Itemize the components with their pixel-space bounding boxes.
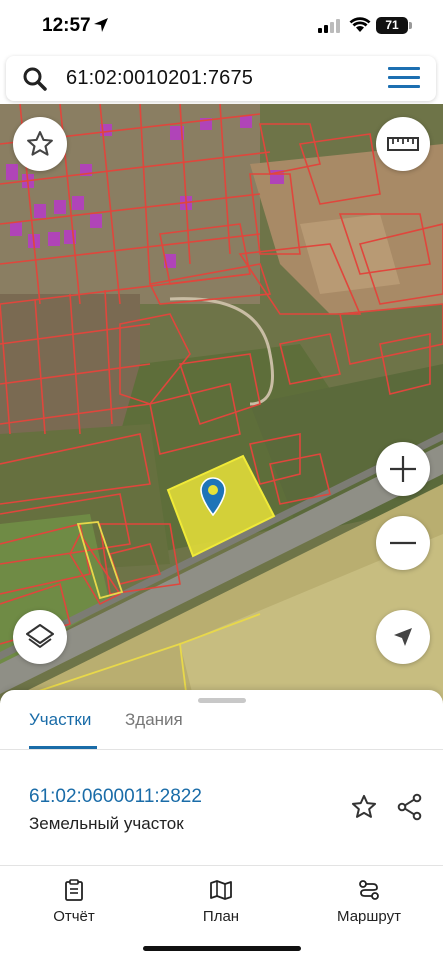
- add-favorite-star-icon[interactable]: [350, 793, 378, 821]
- location-pin-icon[interactable]: [199, 476, 227, 516]
- results-sheet[interactable]: Участки Здания 61:02:0600011:2822 Земель…: [0, 690, 443, 868]
- nav-report-label: Отчёт: [53, 908, 95, 925]
- bottom-navigation: Отчёт План Маршрут: [0, 868, 443, 960]
- tabs-divider: [0, 749, 443, 750]
- minus-icon: [390, 541, 416, 545]
- ruler-button[interactable]: [376, 117, 430, 171]
- parcel-type: Земельный участок: [29, 814, 184, 833]
- map-view[interactable]: [0, 104, 443, 724]
- cellular-signal-icon: [318, 19, 340, 33]
- search-input[interactable]: 61:02:0010201:7675: [66, 67, 253, 90]
- tab-buildings[interactable]: Здания: [125, 710, 183, 730]
- zoom-out-button[interactable]: [376, 516, 430, 570]
- tab-parcels[interactable]: Участки: [29, 710, 91, 730]
- my-location-button[interactable]: [376, 610, 430, 664]
- parcel-id-link[interactable]: 61:02:0600011:2822: [29, 786, 202, 808]
- ruler-icon: [387, 137, 419, 151]
- hamburger-menu-icon[interactable]: [388, 67, 420, 89]
- nav-plan-label: План: [202, 908, 240, 925]
- nav-plan[interactable]: План: [166, 878, 276, 925]
- location-arrow-icon: [94, 18, 108, 32]
- nav-report[interactable]: Отчёт: [19, 878, 129, 925]
- favorites-button[interactable]: [13, 117, 67, 171]
- status-bar: 12:57 71: [0, 0, 443, 52]
- route-icon: [359, 880, 379, 900]
- nav-route-label: Маршрут: [337, 908, 401, 925]
- map-plan-icon: [210, 880, 232, 900]
- plus-icon: [390, 456, 416, 482]
- sheet-divider: [0, 865, 443, 866]
- nav-route[interactable]: Маршрут: [314, 878, 424, 925]
- zoom-in-button[interactable]: [376, 442, 430, 496]
- battery-indicator: 71: [376, 17, 408, 34]
- share-icon[interactable]: [396, 793, 424, 821]
- search-icon[interactable]: [22, 66, 48, 92]
- layers-button[interactable]: [13, 610, 67, 664]
- sheet-drag-handle[interactable]: [198, 698, 246, 703]
- report-icon: [65, 879, 83, 901]
- home-indicator: [143, 946, 301, 951]
- navigation-arrow-icon: [394, 628, 412, 646]
- status-time: 12:57: [42, 15, 91, 36]
- battery-cap: [409, 22, 412, 29]
- layers-icon: [26, 624, 54, 648]
- star-icon: [27, 131, 53, 156]
- wifi-icon: [349, 17, 371, 32]
- search-bar[interactable]: 61:02:0010201:7675: [6, 56, 436, 101]
